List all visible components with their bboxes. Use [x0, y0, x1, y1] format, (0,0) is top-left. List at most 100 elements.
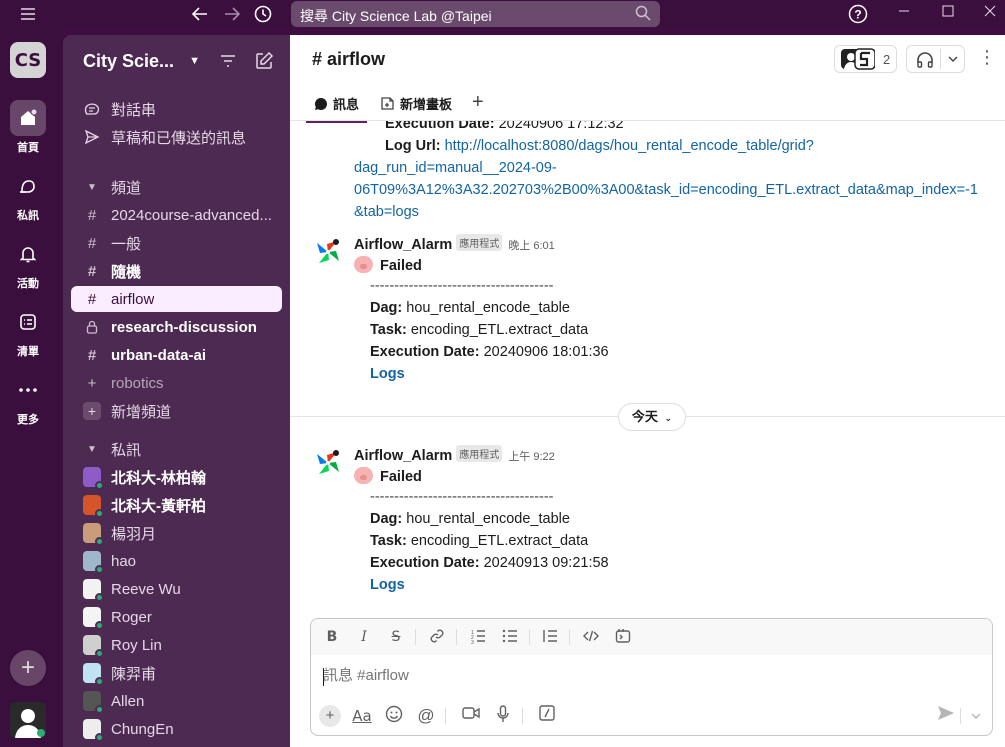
- sidebar-item-dm[interactable]: ChungEn: [71, 716, 282, 742]
- sidebar-item-channel[interactable]: + robotics: [71, 370, 282, 396]
- compose-icon[interactable]: [254, 51, 274, 71]
- hamburger-menu-icon[interactable]: [18, 4, 38, 24]
- workspace-name-button[interactable]: City Scie... ▼: [83, 51, 200, 72]
- message-icon: [314, 97, 327, 110]
- sidebar-item-channel[interactable]: # 2024course-advanced...: [71, 202, 282, 228]
- sidebar-item-dm[interactable]: 北科大-黃軒柏: [71, 492, 282, 518]
- sidebar-item-dm[interactable]: Roger: [71, 604, 282, 630]
- back-arrow-icon[interactable]: [190, 4, 210, 24]
- add-tab-icon[interactable]: +: [472, 91, 484, 114]
- search-bar[interactable]: 搜尋 City Science Lab @Taipei: [291, 1, 660, 27]
- video-icon[interactable]: [460, 705, 482, 727]
- airflow-logo-icon[interactable]: [314, 238, 342, 266]
- channels-section-header[interactable]: ▼ 頻道: [71, 174, 282, 200]
- send-options-chevron-icon[interactable]: [965, 705, 987, 727]
- sidebar-item-channel[interactable]: research-discussion: [71, 314, 282, 340]
- channel-label: robotics: [111, 374, 164, 392]
- strike-icon[interactable]: S: [387, 628, 405, 646]
- logs-link[interactable]: Logs: [370, 366, 405, 382]
- microphone-icon[interactable]: [492, 705, 514, 727]
- sidebar-item-dm[interactable]: Allen: [71, 688, 282, 714]
- chevron-down-icon: ⌄: [664, 413, 673, 423]
- log-url-link[interactable]: &tab=logs: [354, 204, 419, 220]
- dm-label: 楊羽月: [111, 525, 157, 543]
- log-url-link[interactable]: http://localhost:8080/dags/hou_rental_en…: [445, 138, 814, 154]
- rail-dms[interactable]: 私訊: [0, 168, 56, 223]
- day-divider-button[interactable]: 今天 ⌄: [618, 403, 686, 431]
- rail-home[interactable]: 首頁: [0, 100, 56, 155]
- huddle-button[interactable]: [906, 45, 965, 73]
- sidebar-item-dm[interactable]: hao: [71, 548, 282, 574]
- bell-icon: [10, 236, 46, 272]
- airflow-logo-icon[interactable]: [314, 449, 342, 477]
- app-badge: 應用程式: [456, 445, 503, 462]
- slash-command-icon[interactable]: [536, 705, 558, 727]
- dms-section-header[interactable]: ▼ 私訊: [71, 436, 282, 462]
- send-icon[interactable]: [935, 705, 957, 727]
- sidebar-item-dm[interactable]: 陳羿甫: [71, 660, 282, 686]
- help-icon[interactable]: ?: [848, 4, 868, 24]
- blockquote-icon[interactable]: [541, 628, 559, 646]
- forward-arrow-icon[interactable]: [222, 4, 242, 24]
- dag-line: Dag: hou_rental_encode_table: [370, 300, 570, 316]
- sidebar-item-dm[interactable]: 楊羽月: [71, 520, 282, 546]
- avatar: [83, 691, 104, 714]
- sidebar-item-drafts[interactable]: 草稿和已傳送的訊息: [71, 124, 282, 150]
- code-icon[interactable]: [582, 628, 600, 646]
- sidebar-item-dm[interactable]: Reeve Wu: [71, 576, 282, 602]
- sidebar-item-channel[interactable]: # urban-data-ai: [71, 342, 282, 368]
- bullet-list-icon[interactable]: [501, 628, 519, 646]
- history-clock-icon[interactable]: [253, 4, 273, 24]
- logs-link[interactable]: Logs: [370, 577, 405, 593]
- message-composer: B I S 123 訊息 #airflow + Aa @: [310, 618, 993, 736]
- sidebar-item-threads[interactable]: 對話串: [71, 96, 282, 122]
- channel-tabs: 訊息 新增畫板 +: [290, 87, 1005, 123]
- status-line: Failed: [354, 256, 422, 274]
- message-input[interactable]: [323, 667, 923, 684]
- close-icon[interactable]: [980, 4, 1000, 24]
- log-url-link[interactable]: 06T09%3A12%3A32.202703%2B00%3A00&task_id…: [354, 182, 978, 198]
- code-block-icon[interactable]: [614, 628, 632, 646]
- add-workspace-button[interactable]: +: [10, 650, 46, 686]
- tab-add-canvas[interactable]: 新增畫板: [380, 94, 452, 113]
- minimize-icon[interactable]: [894, 4, 914, 24]
- sidebar-item-dm[interactable]: Roy Lin: [71, 632, 282, 658]
- emoji-icon[interactable]: [383, 705, 405, 727]
- bold-icon[interactable]: B: [323, 628, 341, 646]
- sidebar-item-dm[interactable]: 北科大-林柏翰: [71, 464, 282, 490]
- user-avatar[interactable]: [10, 702, 46, 738]
- mention-icon[interactable]: @: [415, 705, 437, 727]
- sender-name[interactable]: Airflow_Alarm: [354, 448, 452, 464]
- maximize-icon[interactable]: [938, 4, 958, 24]
- avatar: [83, 551, 104, 574]
- sender-name[interactable]: Airflow_Alarm: [354, 237, 452, 253]
- workspace-avatar[interactable]: CS: [10, 42, 46, 78]
- link-icon[interactable]: [428, 628, 446, 646]
- message-timestamp[interactable]: 上午 9:22: [508, 451, 554, 463]
- add-channel-button[interactable]: + 新增頻道: [71, 398, 282, 424]
- pig-emoji-icon: [354, 256, 373, 273]
- tab-messages[interactable]: 訊息: [305, 94, 368, 123]
- message-header: Airflow_Alarm 應用程式 晚上 6:01: [354, 234, 555, 253]
- sidebar-item-channel[interactable]: # 一般: [71, 230, 282, 256]
- log-url-link[interactable]: dag_run_id=manual__2024-09-: [354, 160, 557, 176]
- rail-lists[interactable]: 清單: [0, 304, 56, 359]
- attach-plus-button[interactable]: +: [319, 705, 341, 727]
- workspace-rail: CS 首頁 私訊 活動 清單 更多 +: [0, 28, 63, 747]
- channel-title[interactable]: # airflow: [312, 49, 385, 70]
- filter-icon[interactable]: [218, 51, 238, 71]
- ordered-list-icon[interactable]: 123: [469, 628, 487, 646]
- kebab-menu-icon[interactable]: ⋮: [978, 47, 996, 71]
- lock-icon: [83, 320, 101, 334]
- sidebar-item-channel[interactable]: # 隨機: [71, 258, 282, 284]
- sidebar-item-channel-airflow[interactable]: # airflow: [71, 286, 282, 312]
- member-avatars-icon: [841, 48, 875, 70]
- add-channel-icon: +: [83, 402, 101, 420]
- formatting-toggle-button[interactable]: Aa: [350, 705, 374, 727]
- members-button[interactable]: 2: [834, 45, 897, 73]
- message-timestamp[interactable]: 晚上 6:01: [508, 240, 554, 252]
- svg-text:3: 3: [471, 640, 474, 644]
- rail-activity[interactable]: 活動: [0, 236, 56, 291]
- italic-icon[interactable]: I: [355, 628, 373, 646]
- rail-more[interactable]: 更多: [0, 372, 56, 427]
